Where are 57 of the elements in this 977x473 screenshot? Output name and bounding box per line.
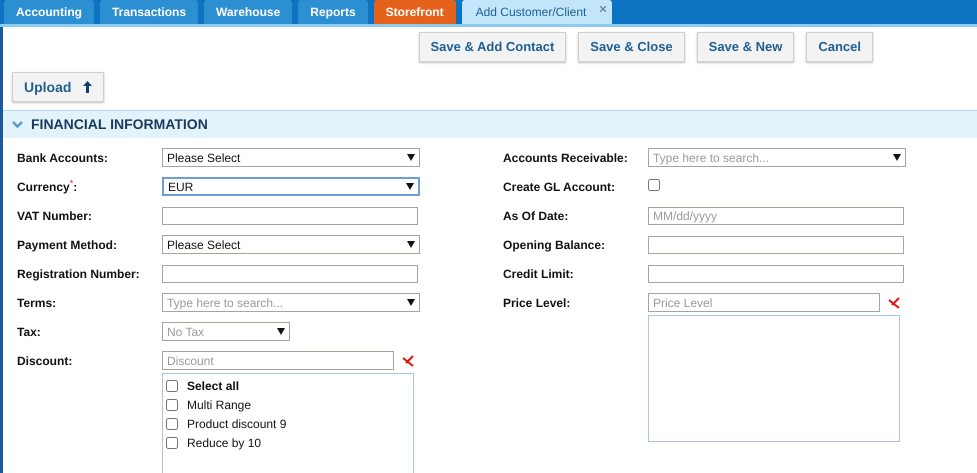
input-field[interactable]: [162, 264, 418, 282]
field-label: Payment Method:: [17, 236, 118, 254]
close-icon[interactable]: [600, 6, 606, 12]
clear-icon[interactable]: [402, 354, 414, 366]
caret-icon: [407, 154, 415, 161]
field-label: Credit Limit:: [503, 266, 574, 282]
upload-button[interactable]: Upload: [12, 72, 104, 102]
field-label: Terms:: [17, 294, 56, 312]
caret-icon: [407, 241, 415, 248]
field-label: Price Level:: [503, 294, 570, 312]
tab[interactable]: Transactions: [100, 0, 198, 24]
input-field[interactable]: [648, 264, 904, 282]
clear-icon[interactable]: [888, 296, 900, 308]
field-label: Tax:: [17, 324, 41, 340]
tab[interactable]: Reports: [298, 0, 368, 24]
caret-icon: [407, 299, 415, 306]
caret-icon: [893, 154, 901, 161]
tab[interactable]: Accounting: [4, 0, 94, 24]
action-button[interactable]: Save & New: [696, 32, 794, 62]
field-label: Registration Number:: [17, 266, 140, 282]
section-header[interactable]: FINANCIAL INFORMATION: [3, 110, 977, 138]
checkbox[interactable]: [166, 437, 178, 449]
input-field[interactable]: [162, 206, 418, 224]
option-label[interactable]: Multi Range: [187, 396, 252, 414]
input-field[interactable]: [648, 236, 904, 254]
caret-icon: [406, 183, 414, 190]
input-field[interactable]: Price Level: [648, 293, 880, 312]
option-label[interactable]: Product discount 9: [187, 415, 286, 433]
action-button[interactable]: Save & Close: [578, 32, 685, 62]
field-label: Bank Accounts:: [17, 150, 108, 166]
checkbox[interactable]: [166, 399, 178, 411]
chevron-icon: [12, 121, 23, 128]
field-label: Opening Balance:: [503, 236, 606, 254]
section-title: FINANCIAL INFORMATION: [31, 115, 208, 134]
checkbox[interactable]: [166, 380, 178, 392]
field-label: Accounts Receivable:: [503, 150, 628, 166]
up-arrow-icon: [83, 81, 92, 93]
dropdown-field[interactable]: Please Select: [162, 235, 420, 254]
option-label[interactable]: Select all: [187, 377, 240, 395]
option-label[interactable]: Reduce by 10: [187, 434, 262, 452]
action-button[interactable]: Cancel: [806, 32, 873, 62]
field-label: Currency$^{*}$:: [17, 178, 78, 196]
field-label: As Of Date:: [503, 208, 568, 224]
action-button[interactable]: Save & Add Contact: [418, 32, 566, 62]
checkbox[interactable]: [648, 178, 660, 190]
caret-icon: [277, 328, 285, 335]
tab[interactable]: Storefront: [374, 0, 456, 24]
field-label: Discount:: [17, 352, 72, 370]
input-field[interactable]: MM/dd/yyyy: [648, 206, 904, 224]
dropdown-field[interactable]: Please Select: [162, 148, 420, 167]
input-field[interactable]: Discount: [162, 351, 394, 370]
tab[interactable]: Add Customer/Client: [462, 0, 612, 24]
field-label: Create GL Account:: [503, 178, 616, 196]
checkbox[interactable]: [166, 418, 178, 430]
dropdown-field[interactable]: EUR: [162, 177, 420, 196]
field-label: VAT Number:: [17, 208, 92, 224]
tab[interactable]: Warehouse: [204, 0, 292, 24]
